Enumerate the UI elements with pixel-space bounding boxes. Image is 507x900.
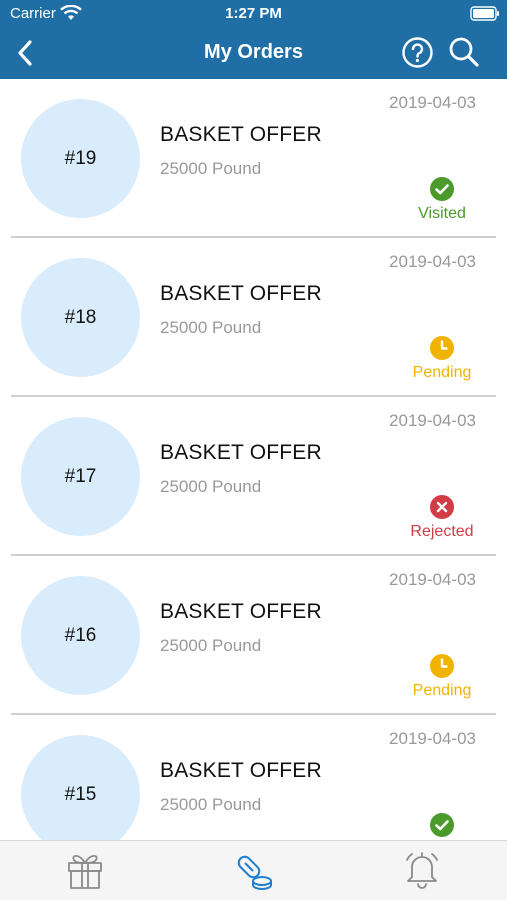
battery-icon [470, 6, 500, 21]
order-price: 25000 Pound [160, 795, 262, 814]
search-icon [449, 37, 479, 67]
order-row[interactable]: #16 BASKET OFFER 25000 Pound 2019-04-03 … [0, 556, 507, 715]
tab-notifications[interactable] [402, 847, 442, 891]
navigation-bar: My Orders [0, 28, 507, 79]
order-title: BASKET OFFER [160, 123, 322, 146]
order-list[interactable]: #19 BASKET OFFER 25000 Pound 2019-04-03 … [0, 79, 507, 840]
status-label: Visited [418, 205, 466, 222]
pills-icon [237, 855, 272, 890]
tab-bar [0, 840, 507, 900]
tab-gifts[interactable] [65, 847, 105, 891]
status-label: Rejected [410, 523, 474, 540]
order-row[interactable]: #18 BASKET OFFER 25000 Pound 2019-04-03 … [0, 238, 507, 397]
order-number: #17 [64, 465, 97, 487]
app-header: Carrier 1:27 PM My Orders [0, 0, 507, 79]
check-circle-icon [430, 177, 454, 201]
status-bar: Carrier 1:27 PM [0, 0, 507, 28]
order-number-badge: #18 [21, 258, 140, 377]
order-row[interactable]: #19 BASKET OFFER 25000 Pound 2019-04-03 … [0, 79, 507, 238]
order-date: 2019-04-03 [389, 93, 476, 112]
search-button[interactable] [448, 36, 480, 68]
order-date: 2019-04-03 [389, 570, 476, 589]
gift-icon [68, 854, 102, 889]
order-title: BASKET OFFER [160, 441, 322, 464]
clock: 1:27 PM [225, 5, 282, 22]
order-number: #16 [64, 624, 97, 646]
order-title: BASKET OFFER [160, 600, 322, 623]
status-label: Pending [412, 682, 472, 699]
clock-icon [430, 336, 454, 360]
order-date: 2019-04-03 [389, 729, 476, 748]
tab-orders[interactable] [234, 847, 274, 891]
order-date: 2019-04-03 [389, 252, 476, 271]
order-price: 25000 Pound [160, 159, 262, 178]
order-number-badge: #17 [21, 417, 140, 536]
order-price: 25000 Pound [160, 636, 262, 655]
order-row[interactable]: #17 BASKET OFFER 25000 Pound 2019-04-03 … [0, 397, 507, 556]
question-circle-icon [402, 37, 433, 68]
order-number-badge: #15 [21, 735, 140, 840]
status-label: Pending [412, 364, 472, 381]
order-price: 25000 Pound [160, 318, 262, 337]
order-row[interactable]: #15 BASKET OFFER 25000 Pound 2019-04-03 [0, 715, 507, 840]
check-circle-icon [430, 813, 454, 837]
help-button[interactable] [401, 36, 434, 69]
order-price: 25000 Pound [160, 477, 262, 496]
x-circle-icon [430, 495, 454, 519]
order-number: #18 [64, 306, 97, 328]
order-number: #15 [64, 783, 97, 805]
order-number-badge: #16 [21, 576, 140, 695]
bell-icon [406, 852, 438, 889]
order-date: 2019-04-03 [389, 411, 476, 430]
order-number: #19 [64, 147, 97, 169]
order-title: BASKET OFFER [160, 759, 322, 782]
clock-icon [430, 654, 454, 678]
order-number-badge: #19 [21, 99, 140, 218]
order-title: BASKET OFFER [160, 282, 322, 305]
